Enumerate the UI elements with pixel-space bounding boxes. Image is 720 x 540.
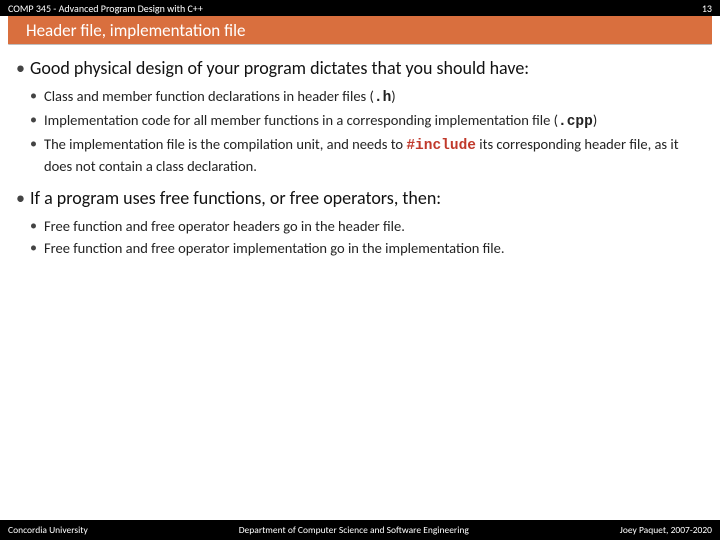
bullet-text: Good physical design of your program dic…: [30, 56, 529, 80]
footer-right: Joey Paquet, 2007-2020: [620, 524, 712, 536]
bullet-text: Implementation code for all member funct…: [44, 110, 597, 132]
bullet-icon: •: [16, 186, 30, 210]
bullet-icon: •: [30, 86, 44, 108]
footer-center: Department of Computer Science and Softw…: [239, 524, 469, 536]
bullet-icon: •: [30, 216, 44, 236]
footer-left: Concordia University: [8, 524, 88, 536]
bullet-text: Free function and free operator implemen…: [44, 238, 505, 258]
bullet-icon: •: [30, 134, 44, 176]
slide-body: • Good physical design of your program d…: [0, 46, 720, 258]
bullet-icon: •: [16, 56, 30, 80]
bullet-icon: •: [30, 110, 44, 132]
bullet-icon: •: [30, 238, 44, 258]
footer-bar: Concordia University Department of Compu…: [0, 520, 720, 540]
top-bar: COMP 345 - Advanced Program Design with …: [0, 0, 720, 16]
course-label: COMP 345 - Advanced Program Design with …: [8, 2, 203, 15]
bullet-text: The implementation file is the compilati…: [44, 134, 704, 176]
bullet-text: Free function and free operator headers …: [44, 216, 405, 236]
subtitle-text: Header file, implementation file: [8, 16, 712, 44]
slide-number: 13: [702, 2, 712, 15]
bullet-text: Class and member function declarations i…: [44, 86, 396, 108]
subtitle-bar: Header file, implementation file: [0, 16, 720, 46]
bullet-text: If a program uses free functions, or fre…: [30, 186, 441, 210]
